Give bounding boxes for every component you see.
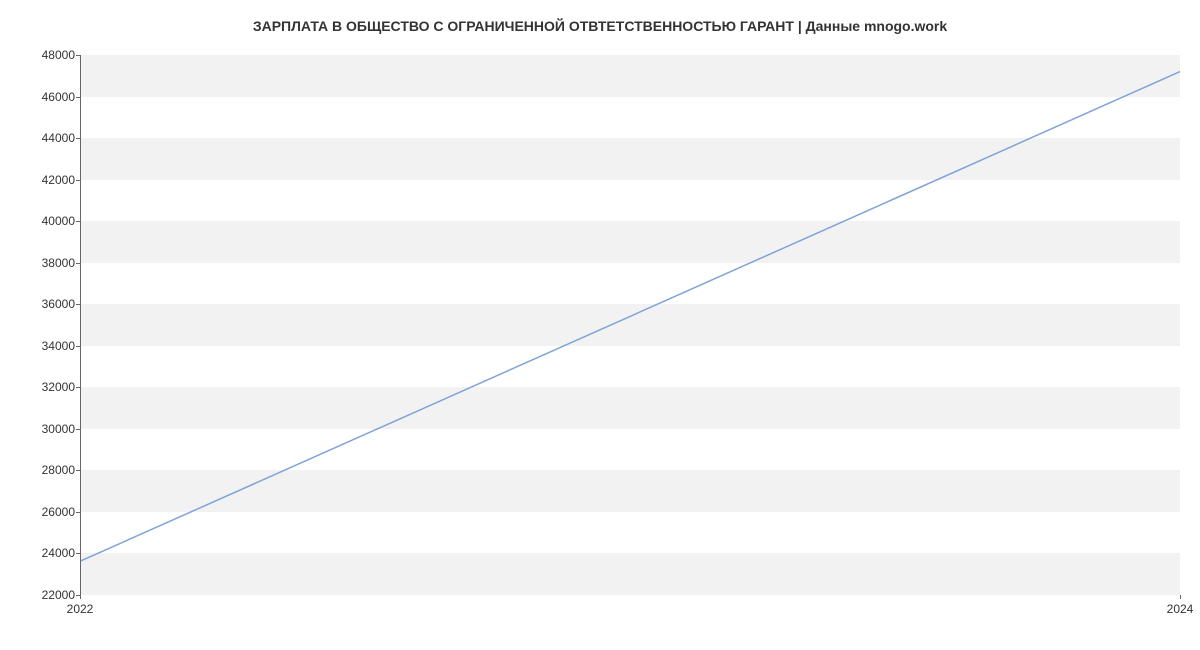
y-tick-label: 44000 — [25, 131, 75, 145]
chart-title: ЗАРПЛАТА В ОБЩЕСТВО С ОГРАНИЧЕННОЙ ОТВТЕ… — [0, 18, 1200, 34]
plot-area — [80, 55, 1180, 595]
y-tick-label: 38000 — [25, 256, 75, 270]
x-tick-mark — [1180, 595, 1181, 599]
chart-container: ЗАРПЛАТА В ОБЩЕСТВО С ОГРАНИЧЕННОЙ ОТВТЕ… — [0, 0, 1200, 650]
y-tick-mark — [76, 346, 80, 347]
line-series — [81, 55, 1180, 594]
y-tick-label: 28000 — [25, 463, 75, 477]
y-tick-label: 22000 — [25, 588, 75, 602]
y-tick-label: 26000 — [25, 505, 75, 519]
y-tick-label: 40000 — [25, 214, 75, 228]
y-tick-label: 46000 — [25, 90, 75, 104]
y-tick-label: 32000 — [25, 380, 75, 394]
y-tick-mark — [76, 263, 80, 264]
y-tick-label: 34000 — [25, 339, 75, 353]
y-tick-label: 42000 — [25, 173, 75, 187]
y-tick-mark — [76, 512, 80, 513]
y-tick-mark — [76, 553, 80, 554]
x-tick-label: 2024 — [1167, 602, 1194, 616]
y-tick-mark — [76, 470, 80, 471]
y-tick-mark — [76, 221, 80, 222]
y-tick-mark — [76, 429, 80, 430]
x-tick-label: 2022 — [67, 602, 94, 616]
y-tick-mark — [76, 97, 80, 98]
y-tick-mark — [76, 138, 80, 139]
y-tick-mark — [76, 304, 80, 305]
y-tick-mark — [76, 387, 80, 388]
y-tick-mark — [76, 180, 80, 181]
x-tick-mark — [80, 595, 81, 599]
y-tick-label: 36000 — [25, 297, 75, 311]
y-tick-mark — [76, 55, 80, 56]
y-tick-label: 30000 — [25, 422, 75, 436]
data-line — [81, 72, 1180, 561]
y-tick-label: 48000 — [25, 48, 75, 62]
y-tick-label: 24000 — [25, 546, 75, 560]
